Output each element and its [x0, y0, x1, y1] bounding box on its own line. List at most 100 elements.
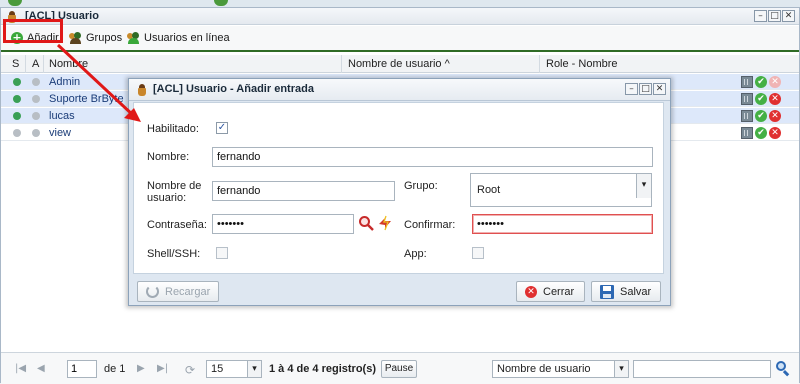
- row-actions: ✔ ✕: [741, 127, 781, 139]
- enabled-checkbox[interactable]: ✓: [216, 122, 228, 134]
- enabled-label: Habilitado:: [147, 123, 199, 135]
- building-icon[interactable]: [741, 93, 753, 105]
- enable-check-icon[interactable]: ✔: [755, 127, 767, 139]
- group-value: Root: [477, 184, 501, 196]
- confirm-password-input[interactable]: [472, 214, 653, 234]
- maximize-button[interactable]: □: [768, 10, 781, 22]
- column-username[interactable]: Nombre de usuario ^: [348, 58, 450, 70]
- building-icon[interactable]: [741, 127, 753, 139]
- window-title-bar: [ACL] Usuario – □ ✕: [1, 8, 799, 25]
- dialog-minimize-button[interactable]: –: [625, 83, 638, 95]
- online-users-icon: [127, 32, 140, 44]
- row-actions: ✔ ✕: [741, 93, 781, 105]
- highlight-box: [3, 19, 63, 43]
- page-size-select[interactable]: 15 ▾: [206, 360, 262, 378]
- close-button[interactable]: ✕: [782, 10, 795, 22]
- building-icon[interactable]: [741, 76, 753, 88]
- reload-label: Recargar: [165, 285, 211, 298]
- row-actions: ✔ ✕: [741, 76, 781, 88]
- groups-label: Grupos: [86, 32, 123, 44]
- close-circle-icon: ✕: [525, 285, 537, 298]
- pagination-bar: |◀ ◀ de 1 ▶ ▶| ⟳ 15 ▾ 1 à 4 de 4 registr…: [1, 352, 799, 384]
- user-name-cell: Admin: [49, 76, 81, 88]
- last-page-icon[interactable]: ▶|: [157, 363, 168, 374]
- generate-password-icon[interactable]: [377, 215, 393, 231]
- next-page-icon[interactable]: ▶: [137, 363, 145, 374]
- toolbar: + Añadir Grupos Usuarios en línea: [1, 26, 799, 52]
- user-name-cell: lucas: [49, 110, 75, 122]
- leaf-logo-icon: [8, 0, 22, 6]
- group-select[interactable]: Root ▾: [470, 173, 652, 207]
- minimize-button[interactable]: –: [754, 10, 767, 22]
- user-name-cell: view: [49, 127, 72, 139]
- password-input[interactable]: [212, 214, 354, 234]
- save-label: Salvar: [620, 285, 652, 298]
- dialog-close-button[interactable]: ✕: [653, 83, 666, 95]
- column-name[interactable]: Nombre: [49, 58, 88, 70]
- search-field-value: Nombre de usuario: [497, 363, 591, 375]
- delete-icon[interactable]: ✕: [769, 76, 781, 88]
- column-role[interactable]: Role - Nombre: [546, 58, 618, 70]
- password-search-icon[interactable]: [358, 215, 374, 231]
- group-label: Grupo:: [404, 180, 438, 192]
- search-input[interactable]: [633, 360, 771, 378]
- leaf-logo-icon: [214, 0, 228, 6]
- refresh-icon: [146, 285, 159, 298]
- online-users-button[interactable]: Usuarios en línea: [127, 32, 230, 44]
- delete-icon[interactable]: ✕: [769, 93, 781, 105]
- shell-label: Shell/SSH:: [147, 248, 201, 260]
- app-cup-icon: [137, 84, 147, 96]
- status-dot: [13, 112, 21, 120]
- enable-check-icon[interactable]: ✔: [755, 110, 767, 122]
- app-dot: [32, 129, 40, 137]
- search-field-select[interactable]: Nombre de usuario ▾: [492, 360, 629, 378]
- row-actions: ✔ ✕: [741, 110, 781, 122]
- pause-button[interactable]: Pause: [381, 360, 417, 378]
- app-dot: [32, 112, 40, 120]
- group-icon: [69, 32, 82, 44]
- status-dot: [13, 129, 21, 137]
- page-size-value: 15: [211, 363, 224, 375]
- dialog-title-bar: [ACL] Usuario - Añadir entrada – □ ✕: [129, 79, 670, 101]
- grid-header: S A Nombre Nombre de usuario ^ Role - No…: [1, 55, 799, 73]
- window-controls: – □ ✕: [754, 10, 795, 22]
- column-s[interactable]: S: [12, 58, 19, 70]
- save-button[interactable]: Salvar: [591, 281, 661, 302]
- refresh-icon[interactable]: ⟳: [185, 363, 195, 377]
- app-dot: [32, 78, 40, 86]
- page-count: de 1: [104, 363, 126, 375]
- chevron-down-icon: ▾: [614, 361, 628, 377]
- online-users-label: Usuarios en línea: [144, 32, 230, 44]
- page-input[interactable]: [67, 360, 97, 378]
- username-label-line1: Nombre de: [147, 180, 202, 192]
- status-dot: [13, 95, 21, 103]
- enable-check-icon[interactable]: ✔: [755, 93, 767, 105]
- app-dot: [32, 95, 40, 103]
- column-a[interactable]: A: [32, 58, 39, 70]
- shell-checkbox[interactable]: [216, 247, 228, 259]
- enable-check-icon[interactable]: ✔: [755, 76, 767, 88]
- confirm-label: Confirmar:: [404, 219, 456, 231]
- name-label: Nombre:: [147, 151, 190, 163]
- reload-button[interactable]: Recargar: [137, 281, 220, 302]
- chevron-down-icon: ▾: [247, 361, 261, 377]
- name-input[interactable]: [212, 147, 653, 167]
- prev-page-icon[interactable]: ◀: [37, 363, 45, 374]
- save-icon: [600, 284, 614, 299]
- close-dialog-button[interactable]: ✕ Cerrar: [516, 281, 585, 302]
- dialog-maximize-button[interactable]: □: [639, 83, 652, 95]
- app-checkbox[interactable]: [472, 247, 484, 259]
- chevron-down-icon: ▾: [636, 174, 651, 198]
- building-icon[interactable]: [741, 110, 753, 122]
- groups-button[interactable]: Grupos: [69, 32, 122, 44]
- dialog-window-controls: – □ ✕: [625, 83, 666, 95]
- delete-icon[interactable]: ✕: [769, 127, 781, 139]
- password-label: Contraseña:: [147, 219, 207, 231]
- delete-icon[interactable]: ✕: [769, 110, 781, 122]
- status-dot: [13, 78, 21, 86]
- user-name-cell: Suporte BrByte: [49, 93, 124, 105]
- first-page-icon[interactable]: |◀: [15, 363, 26, 374]
- search-icon[interactable]: [776, 361, 790, 377]
- username-input[interactable]: [212, 181, 395, 201]
- app-label: App:: [404, 248, 427, 260]
